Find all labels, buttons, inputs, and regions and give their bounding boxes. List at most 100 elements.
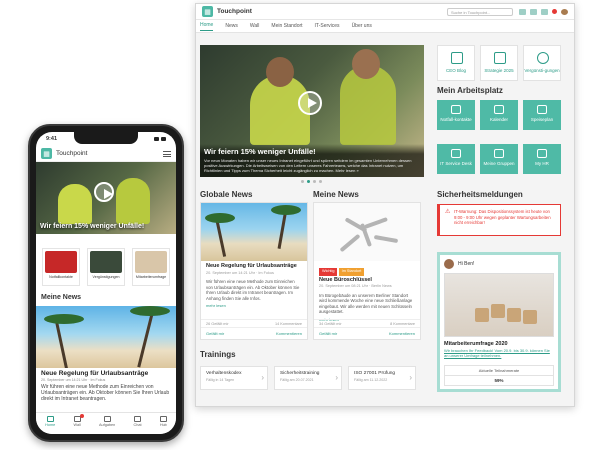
quick-link-label: Strategie 2025 xyxy=(484,68,514,73)
notification-badge-icon[interactable] xyxy=(552,8,557,14)
nav-wall[interactable]: Wall xyxy=(250,23,260,29)
training-item[interactable]: ISO 27001 Prüfung Fällig am 11.12.2022 xyxy=(348,366,416,390)
beach-image[interactable] xyxy=(36,306,176,368)
quick-image xyxy=(90,251,122,273)
quick-link-ceo-blog[interactable]: CEO Blog xyxy=(437,45,475,81)
safety-alert[interactable]: ⚠ IT-Warnung: Das Dispositionssystem ist… xyxy=(437,204,561,236)
greeting-widget: Hi Ben! Mitarbeiterumfrage 2020 Wir brau… xyxy=(437,252,561,392)
tag-standort[interactable]: Im Standort xyxy=(338,268,365,276)
read-more-link[interactable]: mehr lesen xyxy=(206,303,302,309)
tile-notfallkontakte[interactable]: Notfall-kontakte xyxy=(437,100,475,130)
search-input[interactable]: Suche in Touchpoint... xyxy=(447,7,513,16)
hero-title[interactable]: Wir feiern 15% weniger Unfälle! xyxy=(204,147,420,156)
training-due: Fällig am 11.12.2022 xyxy=(354,378,388,382)
tile-it-service-desk[interactable]: IT Service Desk xyxy=(437,144,475,174)
training-item[interactable]: Verhaltenskodex Fällig in 14 Tagen xyxy=(200,366,268,390)
chat-icon[interactable] xyxy=(530,8,537,15)
article-title[interactable]: Neue Regelung für Urlaubsanträge xyxy=(41,370,148,377)
tab-label: Wall xyxy=(73,423,81,427)
quick-verguenstigungen[interactable]: Vergünstigungen xyxy=(87,248,125,286)
training-name: Sicherheitstraining xyxy=(280,371,320,376)
hero-text: Vor neun Monaten haben wir unser neues I… xyxy=(204,158,412,173)
tab-chat[interactable]: Chat xyxy=(134,416,142,427)
news-actions: Gefällt mir Kommentieren xyxy=(314,327,420,339)
like-button[interactable]: Gefällt mir xyxy=(206,331,224,336)
comments-count: 8 Kommentare xyxy=(390,322,415,326)
news-card-urlaub[interactable]: Neue Regelung für Urlaubsanträge 20. Sep… xyxy=(200,202,308,340)
survey-text[interactable]: Wir brauchen Ihr Feedback! Vom 20.9. bis… xyxy=(444,348,554,358)
signal-icon xyxy=(154,137,166,141)
quick-link-verguenstigungen[interactable]: Vergünsti-gungen xyxy=(523,45,561,81)
carousel-dots xyxy=(301,180,322,183)
key-shape xyxy=(373,234,399,244)
nav-it-services[interactable]: IT-Services xyxy=(315,23,340,29)
section-title-meine-news: Meine News xyxy=(313,190,359,199)
play-video-icon[interactable] xyxy=(298,91,322,115)
tile-label: Speiseplan xyxy=(530,117,554,122)
hero-banner[interactable]: Wir feiern 15% weniger Unfälle! Vor neun… xyxy=(200,45,424,177)
comment-button[interactable]: Kommentieren xyxy=(276,331,302,336)
quick-label: Notfallkontakte xyxy=(49,275,73,279)
tile-label: Meine Gruppen xyxy=(483,161,515,166)
like-button[interactable]: Gefällt mir xyxy=(319,331,337,336)
training-item[interactable]: Sicherheitstraining Fällig am 20.07.2021 xyxy=(274,366,342,390)
touchpoint-logo-icon[interactable]: ▦ xyxy=(202,6,213,17)
carousel-dot[interactable] xyxy=(313,180,316,183)
tab-label: Chat xyxy=(133,423,142,427)
nav-ueber-uns[interactable]: Über uns xyxy=(352,23,372,29)
news-headline[interactable]: Neue Regelung für Urlaubsanträge xyxy=(206,263,302,270)
tab-bar: Home Wall Aufgaben Chat Hub xyxy=(36,412,176,434)
smiley-cube xyxy=(523,310,537,324)
tile-meine-gruppen[interactable]: Meine Gruppen xyxy=(480,144,518,174)
palm-tree xyxy=(214,217,227,257)
quick-label: Vergünstigungen xyxy=(92,275,120,279)
tab-label: Hub xyxy=(159,423,167,427)
tile-label: Kalender xyxy=(489,117,508,122)
section-title-sicherheit: Sicherheitsmeldungen xyxy=(437,190,523,199)
news-text: Im Bürogebäude an unserem Berliner Stand… xyxy=(319,292,413,315)
tile-kalender[interactable]: Kalender xyxy=(480,100,518,130)
news-meta: 20. September um 14:21 Uhr · Im Fokus xyxy=(206,270,274,275)
lightbulb-icon xyxy=(494,52,506,64)
tile-my-hr[interactable]: My HR xyxy=(523,144,561,174)
carousel-dot[interactable] xyxy=(301,180,304,183)
tab-hub[interactable]: Hub xyxy=(159,416,167,427)
tile-speiseplan[interactable]: Speiseplan xyxy=(523,100,561,130)
hero-title[interactable]: Wir feiern 15% weniger Unfälle! xyxy=(40,223,144,230)
avatar[interactable] xyxy=(561,8,568,15)
hamburger-menu-icon[interactable] xyxy=(163,150,171,157)
warning-icon xyxy=(451,105,461,114)
quick-notfallkontakte[interactable]: Notfallkontakte xyxy=(42,248,80,286)
hero-person xyxy=(352,49,380,79)
tab-home[interactable]: Home xyxy=(45,416,55,427)
nav-news[interactable]: News xyxy=(225,23,238,29)
tab-wall[interactable]: Wall xyxy=(73,414,84,427)
article-text: Wir führen eine neue Methode zum Einreic… xyxy=(41,384,170,402)
tab-label: Aufgaben xyxy=(99,423,116,427)
news-actions: Gefällt mir Kommentieren xyxy=(201,327,307,339)
carousel-dot[interactable] xyxy=(319,180,322,183)
tab-aufgaben[interactable]: Aufgaben xyxy=(99,416,115,427)
quick-link-strategie[interactable]: Strategie 2025 xyxy=(480,45,518,81)
apps-icon[interactable] xyxy=(519,8,526,15)
nav-home[interactable]: Home xyxy=(200,22,214,31)
nav-mein-standort[interactable]: Mein Standort xyxy=(271,23,302,29)
avatar xyxy=(444,259,454,269)
beach-image xyxy=(201,203,307,261)
phone-hero[interactable]: Wir feiern 15% weniger Unfälle! xyxy=(36,162,176,234)
phone-screen: 9:41 ▦ Touchpoint Wir feiern 15% weniger… xyxy=(36,132,176,434)
mail-icon[interactable] xyxy=(541,8,548,15)
play-video-icon[interactable] xyxy=(94,182,114,202)
survey-title[interactable]: Mitarbeiterumfrage 2020 xyxy=(444,341,554,347)
comment-button[interactable]: Kommentieren xyxy=(389,331,415,336)
touchpoint-logo-icon[interactable]: ▦ xyxy=(41,148,52,159)
monitor-icon xyxy=(451,149,461,158)
news-text: Wir führen eine neue Methode zum Einreic… xyxy=(206,279,300,301)
carousel-dot-active[interactable] xyxy=(307,180,310,183)
news-headline[interactable]: Neue Büroschlüssel xyxy=(319,277,415,284)
quick-mitarbeiterumfrage[interactable]: Mitarbeiterumfrage xyxy=(132,248,170,286)
survey-image[interactable] xyxy=(444,273,554,337)
training-name: Verhaltenskodex xyxy=(206,371,242,376)
tag-wichtig[interactable]: Wichtig xyxy=(319,268,338,276)
news-card-schluessel[interactable]: Wichtig Im Standort Neue Büroschlüssel 2… xyxy=(313,202,421,340)
